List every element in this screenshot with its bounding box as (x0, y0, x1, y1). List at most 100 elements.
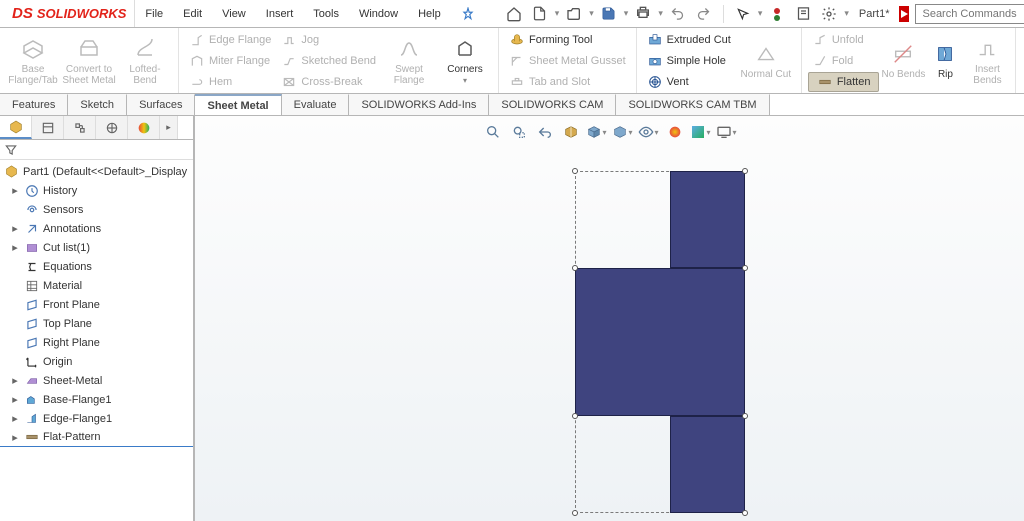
home-button[interactable] (503, 3, 525, 25)
filter-icon[interactable] (4, 143, 18, 157)
print-dropdown-icon[interactable]: ▾ (658, 8, 663, 19)
face-bottom[interactable] (670, 416, 745, 513)
tree-item[interactable]: Top Plane (0, 314, 193, 333)
tree-item[interactable]: ▸Flat-Pattern (0, 428, 193, 447)
lofted-bend-button[interactable]: Lofted-Bend (118, 28, 172, 93)
expand-icon[interactable]: ▸ (10, 243, 20, 253)
tree-item[interactable]: Right Plane (0, 333, 193, 352)
extruded-cut-button[interactable]: Extruded Cut (643, 30, 735, 50)
fold-button[interactable]: Fold (808, 51, 880, 71)
hide-show-items-button[interactable]: ▾ (638, 122, 660, 142)
display-style-button[interactable]: ▾ (612, 122, 634, 142)
jog-button[interactable]: Jog (277, 30, 380, 50)
expand-icon[interactable]: ▸ (10, 376, 20, 386)
menu-window[interactable]: Window (349, 0, 408, 27)
screencast-icon[interactable] (899, 6, 909, 22)
panel-tab-display-manager[interactable] (128, 116, 160, 139)
view-orientation-button[interactable]: ▾ (586, 122, 608, 142)
forming-tool-button[interactable]: Forming Tool (505, 30, 630, 50)
panel-tab-dimxpert-manager[interactable] (96, 116, 128, 139)
tree-item[interactable]: ▸Cut list(1) (0, 238, 193, 257)
panel-tab-configuration-manager[interactable] (64, 116, 96, 139)
miter-flange-button[interactable]: Miter Flange (185, 51, 275, 71)
face-middle[interactable] (575, 268, 745, 416)
panel-tab-feature-tree[interactable] (0, 116, 32, 139)
handle[interactable] (572, 510, 578, 516)
save-dropdown-icon[interactable]: ▾ (624, 8, 629, 19)
open-button[interactable] (563, 3, 585, 25)
expand-icon[interactable]: ▸ (10, 224, 20, 234)
options-button[interactable] (818, 3, 840, 25)
redo-button[interactable] (693, 3, 715, 25)
swept-flange-button[interactable]: Swept Flange (382, 28, 436, 93)
expand-icon[interactable]: ▸ (10, 186, 20, 196)
zoom-to-area-button[interactable] (508, 122, 530, 142)
expand-icon[interactable]: ▸ (10, 432, 20, 442)
tree-item[interactable]: ▸Base-Flange1 (0, 390, 193, 409)
handle[interactable] (742, 168, 748, 174)
handle[interactable] (742, 510, 748, 516)
tab-solidworks-cam[interactable]: SOLIDWORKS CAM (489, 94, 616, 115)
new-button[interactable] (529, 3, 551, 25)
cross-break-button[interactable]: Cross-Break (277, 72, 380, 92)
tree-item[interactable]: ▸History (0, 181, 193, 200)
search-box[interactable]: ▾ (915, 4, 1024, 24)
open-dropdown-icon[interactable]: ▾ (589, 8, 594, 19)
tab-sheet-metal[interactable]: Sheet Metal (195, 94, 281, 115)
save-button[interactable] (598, 3, 620, 25)
base-flange-button[interactable]: Base Flange/Tab (6, 28, 60, 93)
tab-and-slot-button[interactable]: Tab and Slot (505, 72, 630, 92)
edge-flange-button[interactable]: Edge Flange (185, 30, 275, 50)
rebuild-button[interactable] (766, 3, 788, 25)
tab-surfaces[interactable]: Surfaces (127, 94, 195, 115)
face-top[interactable] (670, 171, 745, 268)
previous-view-button[interactable] (534, 122, 556, 142)
menu-help[interactable]: Help (408, 0, 451, 27)
apply-scene-button[interactable]: ▾ (690, 122, 712, 142)
expand-icon[interactable]: ▸ (10, 395, 20, 405)
handle[interactable] (742, 413, 748, 419)
tree-item[interactable]: ▸Edge-Flange1 (0, 409, 193, 428)
insert-bends-button[interactable]: Insert Bends (965, 28, 1009, 93)
handle[interactable] (742, 265, 748, 271)
print-button[interactable] (632, 3, 654, 25)
zoom-to-fit-button[interactable] (482, 122, 504, 142)
tab-evaluate[interactable]: Evaluate (282, 94, 350, 115)
sketched-bend-button[interactable]: Sketched Bend (277, 51, 380, 71)
tree-item[interactable]: Equations (0, 257, 193, 276)
tab-solidworks-add-ins[interactable]: SOLIDWORKS Add-Ins (349, 94, 489, 115)
tree-root[interactable]: Part1 (Default<<Default>_Display State 1… (0, 162, 193, 181)
search-input[interactable] (920, 7, 1024, 21)
no-bends-button[interactable]: No Bends (881, 28, 925, 93)
expand-icon[interactable]: ▸ (10, 414, 20, 424)
corners-button[interactable]: Corners ▾ (438, 28, 492, 93)
sheet-metal-gusset-button[interactable]: Sheet Metal Gusset (505, 51, 630, 71)
menu-tools[interactable]: Tools (303, 0, 349, 27)
graphics-area[interactable]: ▾ ▾ ▾ ▾ ▾ (195, 116, 1024, 521)
menu-pin[interactable] (451, 0, 485, 27)
view-settings-button[interactable]: ▾ (716, 122, 738, 142)
panel-tab-more[interactable]: ▸ (160, 116, 178, 139)
unfold-button[interactable]: Unfold (808, 30, 880, 50)
tree-item[interactable]: Origin (0, 352, 193, 371)
flatten-button[interactable]: Flatten (808, 72, 880, 92)
tree-item[interactable]: ▸Sheet-Metal (0, 371, 193, 390)
menu-insert[interactable]: Insert (256, 0, 304, 27)
convert-to-sheet-metal-button[interactable]: Convert to Sheet Metal (62, 28, 116, 93)
menu-edit[interactable]: Edit (173, 0, 212, 27)
tab-sketch[interactable]: Sketch (68, 94, 127, 115)
tree-item[interactable]: Front Plane (0, 295, 193, 314)
handle[interactable] (572, 168, 578, 174)
select-button[interactable] (732, 3, 754, 25)
tree-item[interactable]: Sensors (0, 200, 193, 219)
simple-hole-button[interactable]: Simple Hole (643, 51, 735, 71)
menu-view[interactable]: View (212, 0, 256, 27)
vent-button[interactable]: Vent (643, 72, 735, 92)
select-dropdown-icon[interactable]: ▾ (758, 8, 763, 19)
edit-appearance-button[interactable] (664, 122, 686, 142)
file-properties-button[interactable] (792, 3, 814, 25)
handle[interactable] (572, 413, 578, 419)
handle[interactable] (572, 265, 578, 271)
panel-tab-property-manager[interactable] (32, 116, 64, 139)
normal-cut-button[interactable]: Normal Cut (737, 28, 795, 93)
